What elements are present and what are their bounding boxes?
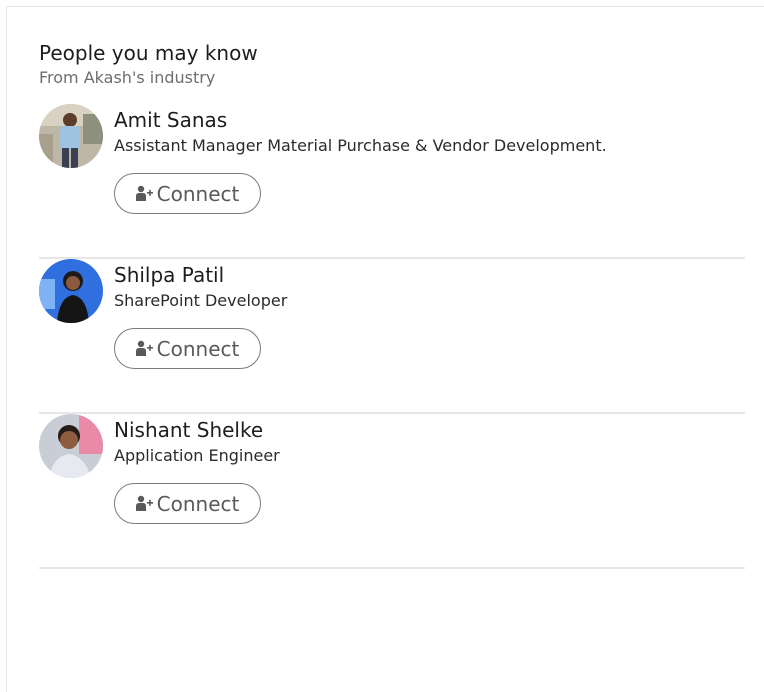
person-headline: Assistant Manager Material Purchase & Ve… <box>114 136 607 155</box>
person-name[interactable]: Shilpa Patil <box>114 262 287 288</box>
person-name[interactable]: Amit Sanas <box>114 107 607 133</box>
module-subtitle: From Akash's industry <box>39 68 216 87</box>
person-info: Nishant Shelke Application Engineer <box>114 414 280 467</box>
person-info: Amit Sanas Assistant Manager Material Pu… <box>114 104 607 157</box>
person-headline: SharePoint Developer <box>114 291 288 310</box>
person-name[interactable]: Nishant Shelke <box>114 417 280 443</box>
connect-label: Connect <box>156 491 240 516</box>
add-person-icon <box>135 340 153 357</box>
avatar[interactable] <box>39 104 103 168</box>
person-suggestion: Nishant Shelke Application Engineer Conn… <box>39 414 745 569</box>
person-info: Shilpa Patil SharePoint Developer <box>114 259 287 312</box>
connect-button[interactable]: Connect <box>114 328 261 369</box>
connect-label: Connect <box>156 181 240 206</box>
avatar[interactable] <box>39 259 103 323</box>
person-headline: Application Engineer <box>114 446 280 465</box>
connect-button[interactable]: Connect <box>114 173 261 214</box>
person-suggestion: Shilpa Patil SharePoint Developer Connec… <box>39 259 745 414</box>
divider <box>39 567 745 569</box>
avatar[interactable] <box>39 414 103 478</box>
add-person-icon <box>135 185 153 202</box>
person-suggestion: Amit Sanas Assistant Manager Material Pu… <box>39 104 745 259</box>
module-header: People you may know From Akash's industr… <box>39 41 258 88</box>
connect-label: Connect <box>156 336 240 361</box>
people-you-may-know-card: People you may know From Akash's industr… <box>6 6 764 692</box>
add-person-icon <box>135 495 153 512</box>
connect-button[interactable]: Connect <box>114 483 261 524</box>
module-title: People you may know <box>39 41 258 65</box>
